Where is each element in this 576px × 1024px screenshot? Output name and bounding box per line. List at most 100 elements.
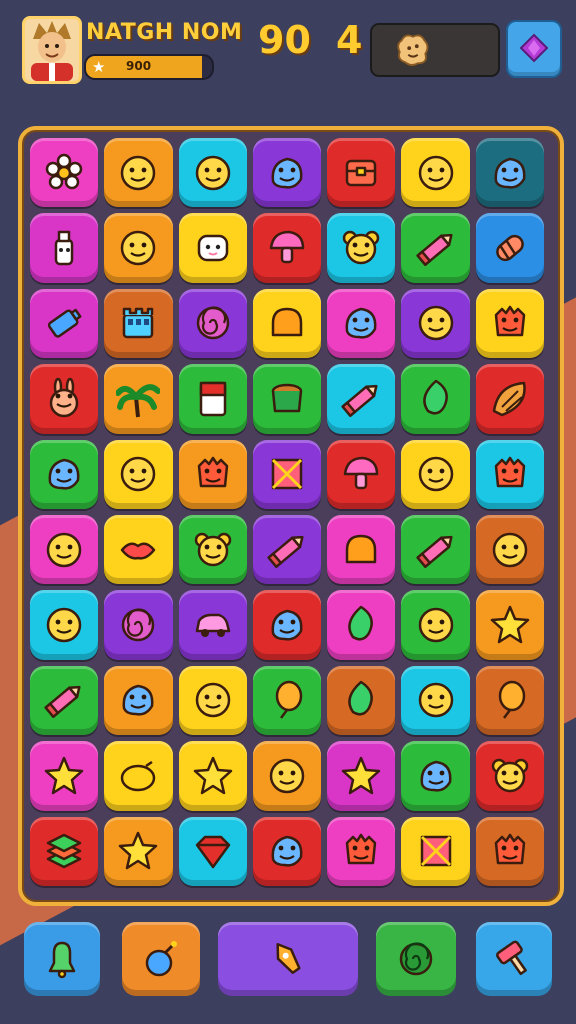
candy-tile-swirl[interactable] — [104, 590, 173, 660]
candy-tile-smiley[interactable] — [401, 665, 470, 736]
flower-icon — [45, 153, 83, 189]
candy-tile-car[interactable] — [178, 590, 247, 660]
candy-tile-mushroom[interactable] — [252, 213, 322, 283]
candy-tile-bottle[interactable] — [30, 213, 99, 283]
blob-icon — [271, 609, 303, 641]
candy-tile-balloon[interactable] — [252, 665, 322, 736]
candy-tile-palm[interactable] — [104, 364, 173, 434]
candy-tile-smiley[interactable] — [401, 590, 470, 660]
candy-tile-blob[interactable] — [327, 288, 396, 359]
candy-tile-leaf[interactable] — [401, 364, 470, 434]
bomb-boost-button[interactable] — [122, 922, 200, 996]
candy-tile-blob[interactable] — [252, 138, 322, 208]
pencil-icon — [415, 233, 453, 267]
candy-tile-monster[interactable] — [327, 816, 396, 886]
blob-icon — [271, 157, 303, 189]
candy-tile-bear[interactable] — [178, 515, 247, 585]
candy-tile-leaf[interactable] — [327, 665, 396, 736]
candy-tile-card[interactable] — [178, 364, 247, 434]
candy-tile-star[interactable] — [475, 590, 544, 660]
candy-tile-smiley[interactable] — [30, 515, 99, 585]
candy-tile-bear[interactable] — [475, 741, 544, 811]
candy-tile-chest[interactable] — [327, 138, 396, 208]
rocket-boost-button[interactable] — [218, 922, 358, 996]
candy-tile-leaf[interactable] — [327, 590, 396, 660]
candy-tile-blob[interactable] — [401, 741, 470, 811]
candy-tile-smiley[interactable] — [104, 439, 173, 509]
candy-tile-pencil[interactable] — [252, 515, 322, 585]
smiley-icon — [418, 457, 453, 492]
candy-tile-smiley[interactable] — [30, 590, 99, 660]
balloon-icon — [275, 681, 303, 720]
candy-tile-bunny[interactable] — [30, 364, 99, 434]
candy-tile-smiley[interactable] — [104, 213, 173, 283]
bear-icon — [194, 532, 231, 566]
candy-tile-pot[interactable] — [252, 364, 322, 434]
box-icon — [271, 459, 303, 490]
smiley-icon — [121, 457, 156, 492]
pencil-icon — [341, 384, 378, 417]
candy-tile-smiley[interactable] — [475, 515, 544, 585]
candy-tile-blob[interactable] — [252, 590, 322, 660]
candy-tile-smiley[interactable] — [178, 665, 247, 736]
candy-tile-battery[interactable] — [30, 288, 99, 359]
candy-tile-shell[interactable] — [475, 364, 544, 434]
candy-tile-blob[interactable] — [104, 665, 173, 736]
blob-icon — [494, 157, 526, 189]
candy-tile-swirl[interactable] — [178, 288, 247, 359]
star-icon — [490, 605, 530, 644]
candy-tile-lemon[interactable] — [104, 741, 173, 811]
candy-tile-dome[interactable] — [327, 515, 396, 585]
cake-icon — [46, 834, 82, 869]
candy-tile-bear[interactable] — [327, 213, 396, 283]
candy-tile-gem[interactable] — [178, 816, 247, 886]
candy-tile-mushroom[interactable] — [327, 439, 396, 509]
candy-tile-pencil[interactable] — [327, 364, 396, 434]
candy-tile-star[interactable] — [30, 741, 99, 811]
candy-tile-balloon[interactable] — [475, 665, 544, 736]
candy-tile-candy[interactable] — [475, 213, 544, 283]
pencil-icon — [44, 686, 81, 719]
moves-counter: 4 — [336, 18, 363, 62]
hammer-icon — [496, 940, 527, 976]
gem-shop-button[interactable] — [506, 20, 562, 78]
box-icon — [420, 836, 451, 867]
candy-tile-smiley[interactable] — [401, 288, 470, 359]
candy-tile-box[interactable] — [252, 439, 322, 509]
candy-tile-smiley[interactable] — [104, 138, 173, 208]
bell-boost-button[interactable] — [24, 922, 100, 996]
candy-tile-lips[interactable] — [104, 515, 173, 585]
candy-tile-blob[interactable] — [30, 439, 99, 509]
candy-tile-star[interactable] — [104, 816, 173, 886]
monster-icon — [494, 457, 526, 488]
hammer-boost-button[interactable] — [476, 922, 552, 996]
candy-tile-smiley[interactable] — [178, 138, 247, 208]
swirl-boost-button[interactable] — [376, 922, 456, 996]
candy-tile-pencil[interactable] — [30, 665, 99, 736]
candy-tile-pencil[interactable] — [401, 213, 470, 283]
candy-tile-box[interactable] — [401, 816, 470, 886]
candy-tile-smiley[interactable] — [401, 138, 470, 208]
candy-tile-monster[interactable] — [475, 439, 544, 509]
candy-tile-star[interactable] — [178, 741, 247, 811]
candy-tile-smiley[interactable] — [401, 439, 470, 509]
candy-tile-blob[interactable] — [252, 816, 322, 886]
candy-tile-castle[interactable] — [104, 288, 173, 359]
ghost-icon — [197, 234, 228, 262]
candy-tile-pencil[interactable] — [401, 515, 470, 585]
candy-tile-dome[interactable] — [252, 288, 322, 359]
bunny-icon — [49, 377, 79, 418]
pencil-icon — [267, 535, 304, 568]
candy-tile-monster[interactable] — [475, 816, 544, 886]
candy-tile-flower[interactable] — [30, 138, 99, 208]
smiley-icon — [195, 155, 230, 190]
candy-tile-monster[interactable] — [178, 439, 247, 509]
player-avatar[interactable] — [22, 16, 82, 84]
candy-tile-ghost[interactable] — [178, 213, 247, 283]
candy-tile-smiley[interactable] — [252, 741, 322, 811]
candy-tile-blob[interactable] — [475, 138, 544, 208]
candy-tile-star[interactable] — [327, 741, 396, 811]
cookie-icon — [397, 34, 429, 66]
candy-tile-monster[interactable] — [475, 288, 544, 359]
candy-tile-cake[interactable] — [30, 816, 99, 886]
